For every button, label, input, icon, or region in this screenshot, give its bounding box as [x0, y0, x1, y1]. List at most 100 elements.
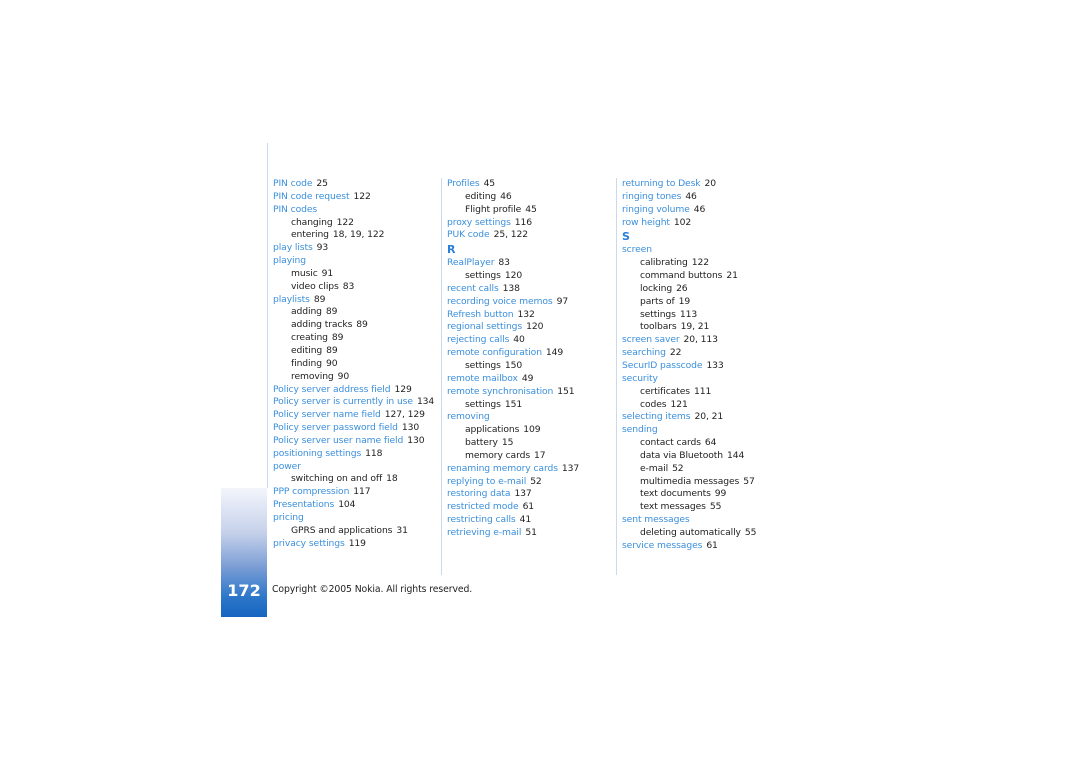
subentry-term: contact cards — [640, 437, 701, 449]
page-references: 52 — [530, 475, 542, 487]
entry-term-link[interactable]: screen — [622, 244, 652, 255]
page-references: 90 — [337, 370, 350, 382]
entry-term-link[interactable]: retrieving e-mail — [447, 527, 521, 538]
page-references: 46 — [500, 190, 512, 202]
page-references: 40 — [513, 334, 525, 346]
entry-term-link[interactable]: play lists — [273, 242, 313, 253]
entry-term-link[interactable]: proxy settings — [447, 217, 511, 228]
subentry-term: finding — [291, 357, 322, 369]
index-entry: PPP compression 117 — [273, 486, 441, 499]
index-entry: searching 22 — [622, 347, 790, 360]
entry-term-link[interactable]: searching — [622, 347, 666, 358]
entry-term-link[interactable]: PIN code request — [273, 191, 350, 202]
subentry-term: text messages — [640, 501, 706, 513]
subentry-term: applications — [465, 424, 520, 436]
page-references: 17 — [534, 449, 546, 461]
index-entry: removing — [447, 411, 615, 424]
entry-term-link[interactable]: sending — [622, 424, 658, 435]
page-references: 45 — [525, 203, 537, 215]
index-column-2: Profiles 45 editing 46 Flight profile 45 proxy… — [447, 178, 615, 540]
entry-term-link[interactable]: service messages — [622, 540, 702, 551]
index-subentry: e-mail 52 — [622, 463, 790, 476]
entry-term-link[interactable]: security — [622, 373, 658, 384]
index-subentry: changing 122 — [273, 217, 441, 230]
index-entry: PIN code 25 — [273, 178, 441, 191]
page-references: 89 — [313, 293, 326, 305]
entry-term-link[interactable]: PIN codes — [273, 204, 317, 215]
index-entry: regional settings 120 — [447, 321, 615, 334]
entry-term-link[interactable]: positioning settings — [273, 448, 361, 459]
entry-term-link[interactable]: Presentations — [273, 499, 334, 510]
subentry-term: settings — [465, 398, 501, 410]
entry-term-link[interactable]: ringing tones — [622, 191, 681, 202]
entry-term-link[interactable]: recent calls — [447, 283, 499, 294]
entry-term-link[interactable]: pricing — [273, 512, 304, 523]
entry-term-link[interactable]: renaming memory cards — [447, 463, 558, 474]
index-entry: Profiles 45 — [447, 178, 615, 191]
entry-term-link[interactable]: replying to e-mail — [447, 476, 526, 487]
page-references: 133 — [706, 359, 724, 371]
entry-term-link[interactable]: selecting items — [622, 411, 691, 422]
entry-term-link[interactable]: Policy server is currently in use — [273, 396, 413, 407]
entry-term-link[interactable]: Policy server user name field — [273, 435, 403, 446]
entry-term-link[interactable]: Refresh button — [447, 309, 514, 320]
entry-term-link[interactable]: recording voice memos — [447, 296, 553, 307]
entry-term-link[interactable]: PIN code — [273, 178, 313, 189]
entry-term-link[interactable]: ringing volume — [622, 204, 690, 215]
page-references: 25, 122 — [493, 229, 528, 241]
index-entry: Policy server name field 127, 129 — [273, 409, 441, 422]
index-subentry: certificates 111 — [622, 386, 790, 399]
index-subentry: deleting automatically 55 — [622, 527, 790, 540]
page-references: 118 — [365, 447, 383, 459]
subentry-term: codes — [640, 398, 667, 410]
index-entry: returning to Desk 20 — [622, 178, 790, 191]
page-references: 31 — [396, 524, 408, 536]
page-references: 104 — [338, 499, 356, 511]
page-references: 130 — [401, 422, 420, 434]
entry-term-link[interactable]: remote synchronisation — [447, 386, 553, 397]
entry-term-link[interactable]: restricted mode — [447, 501, 519, 512]
index-subentry: data via Bluetooth 144 — [622, 450, 790, 463]
entry-term-link[interactable]: playlists — [273, 294, 310, 305]
entry-term-link[interactable]: PPP compression — [273, 486, 349, 497]
entry-term-link[interactable]: remote mailbox — [447, 373, 518, 384]
entry-term-link[interactable]: Profiles — [447, 178, 480, 189]
entry-term-link[interactable]: playing — [273, 255, 306, 266]
page-references: 45 — [483, 178, 496, 189]
index-subentry: parts of 19 — [622, 296, 790, 309]
entry-term-link[interactable]: rejecting calls — [447, 334, 509, 345]
page-references: 61 — [522, 501, 535, 513]
index-entry: row height 102 — [622, 217, 790, 230]
entry-term-link[interactable]: screen saver — [622, 334, 680, 345]
entry-term-link[interactable]: SecurID passcode — [622, 360, 703, 371]
entry-term-link[interactable]: regional settings — [447, 321, 522, 332]
page-references: 64 — [704, 437, 717, 449]
page-references: 120 — [504, 270, 523, 282]
entry-term-link[interactable]: Policy server name field — [273, 409, 381, 420]
index-entry: service messages 61 — [622, 540, 790, 553]
entry-term-link[interactable]: RealPlayer — [447, 257, 495, 268]
entry-term-link[interactable]: row height — [622, 217, 670, 228]
index-subentry: toolbars 19, 21 — [622, 321, 790, 334]
page-references: 83 — [498, 257, 510, 269]
page-references: 52 — [672, 462, 684, 474]
index-subentry: text documents 99 — [622, 488, 790, 501]
page-left-rule — [267, 143, 268, 488]
entry-term-link[interactable]: restricting calls — [447, 514, 516, 525]
index-entry: Policy server password field 130 — [273, 422, 441, 435]
entry-term-link[interactable]: removing — [447, 411, 490, 422]
index-entry: Policy server user name field 130 — [273, 435, 441, 448]
entry-term-link[interactable]: power — [273, 461, 301, 472]
subentry-term: battery — [465, 437, 498, 449]
index-entry: ringing volume 46 — [622, 204, 790, 217]
entry-term-link[interactable]: privacy settings — [273, 538, 345, 549]
entry-term-link[interactable]: returning to Desk — [622, 178, 701, 189]
index-column-1: PIN code 25 PIN code request 122 PIN codes ch… — [273, 178, 441, 550]
entry-term-link[interactable]: Policy server password field — [273, 422, 398, 433]
entry-term-link[interactable]: remote configuration — [447, 347, 542, 358]
entry-term-link[interactable]: restoring data — [447, 488, 511, 499]
subentry-term: video clips — [291, 280, 339, 292]
entry-term-link[interactable]: Policy server address field — [273, 384, 391, 395]
entry-term-link[interactable]: PUK code — [447, 229, 490, 240]
entry-term-link[interactable]: sent messages — [622, 514, 690, 525]
